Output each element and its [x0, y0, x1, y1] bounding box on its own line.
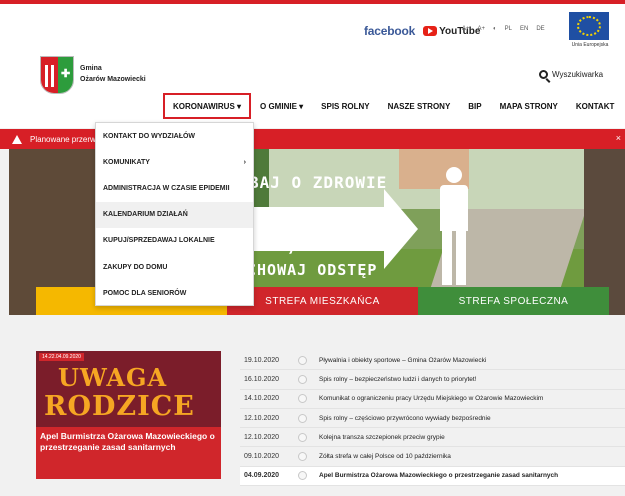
bullet-icon: [298, 355, 307, 365]
list-item-date: 12.10.2020: [244, 433, 280, 441]
list-item-title: Spis rolny – bezpieczeństwo ludzi i dany…: [319, 375, 477, 383]
dropdown-item-label: KONTAKT DO WYDZIAŁÓW: [103, 132, 196, 140]
nav-item-spis-rolny[interactable]: SPIS ROLNY: [312, 93, 378, 119]
hero-headline: BAJ O ZDROWIE: [249, 173, 388, 192]
list-item-date: 12.10.2020: [244, 414, 280, 422]
list-item-date: 19.10.2020: [244, 356, 280, 364]
bullet-icon: [298, 432, 307, 442]
eu-label: Unia Europejska: [571, 42, 609, 48]
dropdown-item-kontakt[interactable]: KONTAKT DO WYDZIAŁÓW: [96, 123, 253, 149]
list-item-title: Żółta strefa w całej Polsce od 10 paździ…: [319, 453, 451, 461]
bullet-icon: [298, 471, 307, 481]
list-item-date: 09.10.2020: [244, 453, 280, 461]
contrast-icon[interactable]: ◐: [493, 26, 497, 32]
nav-item-kontakt[interactable]: KONTAKT: [567, 93, 624, 119]
brand-name[interactable]: Gmina Ożarów Mazowiecki: [80, 63, 146, 85]
dropdown-item-label: KOMUNIKATY: [103, 158, 150, 166]
list-item[interactable]: 12.10.2020 Spis rolny – częściowo przywr…: [240, 409, 625, 429]
featured-news-card[interactable]: UWAGA RODZICE 14.22.04.09.2020 Apel Burm…: [36, 351, 221, 479]
news-title: Apel Burmistrza Ożarowa Mazowieckiego o …: [40, 431, 215, 452]
close-icon[interactable]: ×: [616, 133, 621, 143]
list-item[interactable]: 09.10.2020 Żółta strefa w całej Polsce o…: [240, 447, 625, 467]
list-item-title: Kolejna transza szczepionek przeciw gryp…: [319, 433, 445, 441]
nav-item-nasze-strony[interactable]: NASZE STRONY: [379, 93, 460, 119]
bullet-icon: [298, 452, 307, 462]
list-item-title: Komunikat o ograniczeniu pracy Urzędu Mi…: [319, 395, 544, 403]
lang-pl-link[interactable]: PL: [505, 26, 512, 32]
news-date-badge: 14.22.04.09.2020: [39, 353, 84, 361]
eu-flag-icon[interactable]: [569, 12, 609, 40]
brand-line-1: Gmina: [80, 65, 102, 72]
main-nav: KORONAWIRUS ▾ O GMINIE ▾ SPIS ROLNY NASZ…: [163, 93, 623, 119]
bullet-icon: [298, 374, 307, 384]
bullet-icon: [298, 413, 307, 423]
dropdown-item-administracja[interactable]: ADMINISTRACJA W CZASIE EPIDEMII: [96, 175, 253, 201]
person-icon: [434, 167, 474, 287]
dropdown-item-pomoc-seniorom[interactable]: POMOC DLA SENIORÓW: [96, 280, 253, 306]
dropdown-item-label: KALENDARIUM DZIAŁAŃ: [103, 211, 188, 219]
list-item[interactable]: 14.10.2020 Komunikat o ograniczeniu prac…: [240, 390, 625, 409]
nav-item-bip[interactable]: BIP: [459, 93, 490, 119]
lang-en-link[interactable]: EN: [520, 26, 528, 32]
hero-distance: 1,5 m: [274, 229, 336, 256]
nav-item-mapa-strony[interactable]: MAPA STRONY: [491, 93, 567, 119]
list-item[interactable]: 04.09.2020 Apel Burmistrza Ożarowa Mazow…: [240, 466, 625, 487]
nav-item-koronawirus[interactable]: KORONAWIRUS ▾: [163, 93, 252, 119]
list-item[interactable]: 16.10.2020 Spis rolny – bezpieczeństwo l…: [240, 370, 625, 390]
dropdown-item-kupuj-sprzedawaj[interactable]: KUPUJ/SPRZEDAWAJ LOKALNIE: [96, 228, 253, 254]
lang-de-link[interactable]: DE: [536, 26, 544, 32]
search-button[interactable]: Wyszukiwarka: [539, 70, 603, 79]
coat-of-arms-logo[interactable]: ✚: [40, 56, 74, 94]
dropdown-item-komunikaty[interactable]: KOMUNIKATY ›: [96, 149, 253, 175]
list-item-title: Pływalnia i obiekty sportowe – Gmina Oża…: [319, 356, 487, 364]
hero-subline: CHOWAJ ODSTĘP: [247, 261, 378, 279]
dropdown-item-label: ZAKUPY DO DOMU: [103, 263, 168, 271]
news-image-line-1: UWAGA: [58, 363, 168, 392]
tab-strefa-spoleczna[interactable]: STREFA SPOŁECZNA: [418, 287, 609, 315]
dropdown-item-zakupy[interactable]: ZAKUPY DO DOMU: [96, 254, 253, 280]
list-item-date: 14.10.2020: [244, 395, 280, 403]
site-header: facebook YouTube A+ A+ ◐ PL EN DE Unia E…: [0, 4, 625, 128]
brand-line-2: Ożarów Mazowiecki: [80, 76, 146, 83]
list-item[interactable]: 19.10.2020 Pływalnia i obiekty sportowe …: [240, 351, 625, 371]
news-image: UWAGA RODZICE 14.22.04.09.2020: [36, 351, 221, 427]
news-list: 19.10.2020 Pływalnia i obiekty sportowe …: [240, 351, 625, 487]
search-label: Wyszukiwarka: [552, 70, 604, 79]
dropdown-item-label: ADMINISTRACJA W CZASIE EPIDEMII: [103, 184, 230, 192]
youtube-icon: [423, 26, 438, 36]
nav-item-o-gminie[interactable]: O GMINIE ▾: [251, 93, 312, 119]
list-item[interactable]: 12.10.2020 Kolejna transza szczepionek p…: [240, 428, 625, 448]
alert-text: Planowane przerw: [30, 134, 96, 144]
facebook-link[interactable]: facebook: [364, 24, 415, 38]
list-item-title: Spis rolny – częściowo przywrócono wywia…: [319, 414, 491, 422]
list-item-title: Apel Burmistrza Ożarowa Mazowieckiego o …: [319, 472, 559, 480]
font-decrease-button[interactable]: A+: [462, 26, 470, 32]
dropdown-item-label: KUPUJ/SPRZEDAWAJ LOKALNIE: [103, 237, 215, 245]
tab-strefa-mieszkanca[interactable]: STREFA MIESZKAŃCA: [227, 287, 418, 315]
font-increase-button[interactable]: A+: [478, 26, 486, 32]
koronawirus-dropdown: KONTAKT DO WYDZIAŁÓW KOMUNIKATY › ADMINIS…: [95, 122, 254, 306]
list-item-date: 16.10.2020: [244, 375, 280, 383]
accessibility-bar: A+ A+ ◐ PL EN DE: [462, 26, 545, 32]
chevron-right-icon: ›: [243, 158, 246, 166]
warning-icon: [12, 134, 22, 144]
dropdown-item-kalendarium[interactable]: KALENDARIUM DZIAŁAŃ: [96, 201, 253, 228]
list-item-date: 04.09.2020: [244, 472, 280, 480]
bullet-icon: [298, 394, 307, 404]
dropdown-item-label: POMOC DLA SENIORÓW: [103, 289, 187, 297]
search-icon: [539, 70, 548, 79]
news-image-line-2: RODZICE: [44, 391, 195, 422]
alert-bar[interactable]: Planowane przerw ×: [0, 129, 625, 149]
